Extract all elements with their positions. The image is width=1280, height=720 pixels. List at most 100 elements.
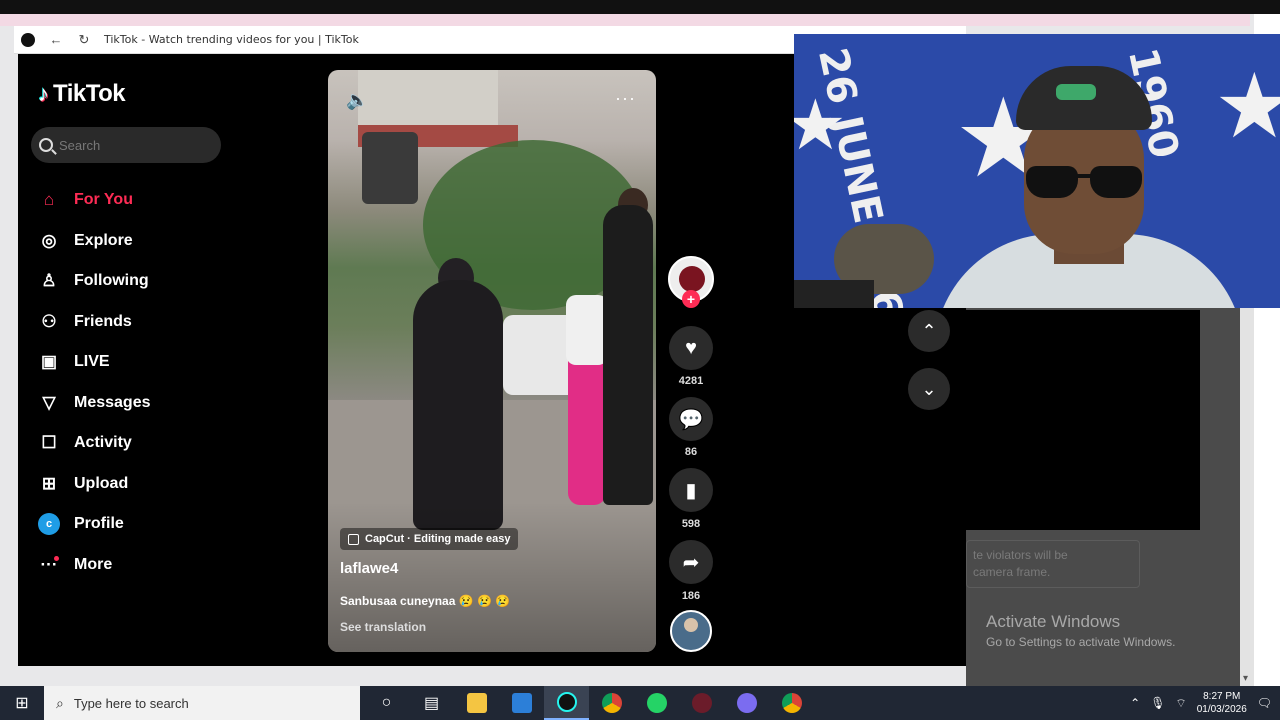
screen: ← ↻ TikTok - Watch trending videos for y…	[0, 0, 1280, 720]
sidebar-item-messages[interactable]: ▽ Messages	[38, 383, 151, 424]
sidebar: ♪ TikTok Search ⌂ For You ◎ Explore ♙ Fo…	[18, 54, 248, 666]
previous-video-button[interactable]: ⌃	[908, 310, 950, 352]
taskbar-clock[interactable]: 8:27 PM 01/03/2026	[1197, 690, 1247, 716]
top-band	[0, 0, 1280, 14]
home-icon: ⌂	[43, 190, 55, 210]
notice-line-1: te violators will be	[973, 548, 1068, 562]
sidebar-item-label: Upload	[74, 474, 129, 492]
caption-emojis: 😢 😢 😢	[458, 594, 511, 608]
sidebar-item-label: For You	[74, 191, 133, 209]
windows-taskbar: ⊞ ⌕ Type here to search ○ ▤ ⌃ 🎙 ⌔ 8:27 P…	[0, 686, 1280, 720]
more-icon: ···	[38, 554, 60, 576]
volume-icon[interactable]: 🔈	[346, 90, 368, 111]
back-icon[interactable]: ←	[48, 32, 64, 48]
heart-icon: ♥	[685, 336, 697, 359]
share-arrow-icon: ➦	[682, 551, 700, 574]
search-icon: ⌕	[56, 694, 64, 711]
more-options-icon[interactable]: ···	[615, 88, 636, 109]
sidebar-item-label: Messages	[74, 393, 151, 411]
microphone-icon[interactable]: 🎙	[1150, 696, 1165, 710]
tiktok-note-icon: ♪	[38, 81, 49, 106]
capcut-tag[interactable]: CapCut · Editing made easy	[340, 528, 519, 550]
sidebar-item-label: Explore	[74, 231, 133, 249]
tiktok-taskbar-icon[interactable]	[544, 686, 589, 720]
save-count: 598	[681, 518, 701, 530]
share-count: 186	[681, 590, 701, 602]
chevron-down-icon: ⌄	[921, 378, 937, 399]
chrome-icon[interactable]	[589, 686, 634, 720]
sidebar-item-explore[interactable]: ◎ Explore	[38, 221, 151, 262]
logo-text: TikTok	[53, 80, 126, 107]
video-player[interactable]: 🔈 ··· CapCut · Editing made easy laflawe…	[328, 70, 656, 652]
sidebar-item-label: Following	[74, 272, 149, 290]
next-video-button[interactable]: ⌄	[908, 368, 950, 410]
capcut-icon	[348, 533, 359, 545]
video-username[interactable]: laflawe4	[340, 560, 398, 577]
caption-text: Sanbusaa cuneynaa	[340, 594, 456, 608]
scrollbar[interactable]	[1240, 300, 1254, 686]
taskbar-search-placeholder: Type here to search	[73, 695, 189, 711]
music-disc-avatar[interactable]	[670, 610, 712, 652]
send-icon: ▽	[42, 392, 56, 412]
sidebar-item-label: LIVE	[74, 353, 110, 371]
clock-time: 8:27 PM	[1203, 691, 1241, 702]
upload-icon: ⊞	[41, 473, 57, 493]
sidebar-item-label: Activity	[74, 434, 132, 452]
like-button[interactable]: ♥	[669, 326, 713, 370]
search-input[interactable]: Search	[31, 127, 221, 163]
sunglasses	[1026, 166, 1144, 200]
activate-subtitle: Go to Settings to activate Windows.	[986, 635, 1176, 649]
chrome-profile-icon[interactable]	[769, 686, 814, 720]
sidebar-item-for-you[interactable]: ⌂ For You	[38, 180, 151, 221]
sidebar-item-label: Friends	[74, 312, 132, 330]
browser-logo-icon	[20, 32, 36, 48]
compass-icon: ◎	[41, 230, 57, 250]
clock-date: 01/03/2026	[1196, 704, 1247, 715]
network-icon[interactable]: ⌔	[1175, 696, 1186, 711]
browser-tab-strip	[0, 14, 1250, 26]
mail-icon[interactable]	[499, 686, 544, 720]
sidebar-item-label: Profile	[74, 515, 124, 533]
sidebar-item-profile[interactable]: c Profile	[38, 504, 151, 545]
widgets-icon[interactable]: ▤	[409, 686, 454, 720]
activate-title: Activate Windows	[986, 612, 1121, 631]
system-tray: ⌃ 🎙 ⌔ 8:27 PM 01/03/2026 🗨	[1130, 690, 1280, 716]
comment-button[interactable]: 💬	[669, 397, 713, 441]
background-notice: te violators will be camera frame.	[966, 540, 1140, 588]
search-placeholder: Search	[59, 137, 101, 153]
sidebar-nav: ⌂ For You ◎ Explore ♙ Following ⚇ Friend…	[38, 180, 151, 585]
comment-icon: 💬	[678, 408, 704, 431]
tiktok-logo[interactable]: ♪ TikTok	[38, 80, 126, 108]
discord-icon[interactable]	[724, 686, 769, 720]
profile-avatar: c	[38, 513, 60, 536]
friends-icon: ⚇	[41, 311, 57, 331]
show-hidden-icons-icon[interactable]: ⌃	[1130, 696, 1140, 710]
task-view-icon[interactable]: ○	[364, 686, 409, 720]
flag-star-icon: ★	[794, 86, 847, 164]
follow-plus-icon[interactable]: +	[682, 290, 700, 308]
like-count: 4281	[678, 375, 704, 387]
sidebar-item-upload[interactable]: ⊞ Upload	[38, 464, 151, 505]
capture-app-icon[interactable]	[679, 686, 724, 720]
sidebar-item-more[interactable]: ··· More	[38, 545, 151, 586]
taskbar-apps: ○ ▤	[364, 686, 814, 720]
activate-windows-watermark: Activate Windows Go to Settings to activ…	[986, 612, 1175, 649]
taskbar-search-input[interactable]: ⌕ Type here to search	[44, 686, 360, 720]
file-explorer-icon[interactable]	[454, 686, 499, 720]
sidebar-item-label: More	[74, 555, 113, 573]
sidebar-item-following[interactable]: ♙ Following	[38, 261, 151, 302]
search-icon	[39, 138, 53, 152]
sidebar-item-live[interactable]: ▣ LIVE	[38, 342, 151, 383]
sidebar-item-activity[interactable]: ☐ Activity	[38, 423, 151, 464]
save-button[interactable]: ▮	[669, 468, 713, 512]
background-video-area	[966, 310, 1200, 530]
notifications-icon[interactable]: 🗨	[1257, 696, 1272, 710]
share-button[interactable]: ➦	[669, 540, 713, 584]
whatsapp-icon[interactable]	[634, 686, 679, 720]
windows-start-icon[interactable]: ⊞	[0, 686, 44, 720]
comment-count: 86	[684, 446, 698, 458]
sidebar-item-friends[interactable]: ⚇ Friends	[38, 302, 151, 343]
reload-icon[interactable]: ↻	[76, 32, 92, 48]
notice-line-2: camera frame.	[973, 565, 1051, 579]
see-translation-link[interactable]: See translation	[340, 620, 426, 634]
